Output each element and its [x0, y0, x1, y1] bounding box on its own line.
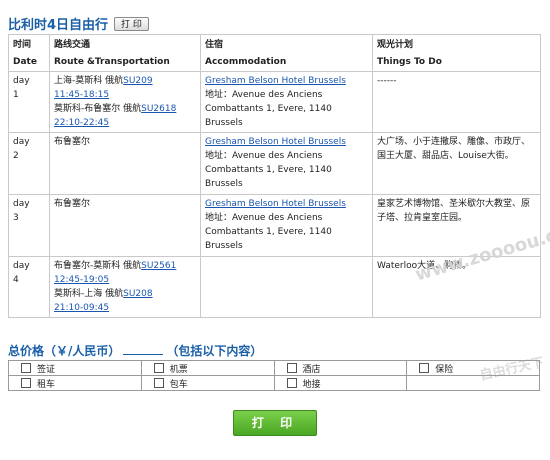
flight-time-link[interactable]: 12:45-19:05	[54, 273, 196, 287]
checkbox[interactable]	[419, 363, 430, 373]
hotel-cell	[200, 256, 373, 318]
table-row: day 4 布鲁塞尔-莫斯科 俄航SU2561 12:45-19:05 莫斯科-上…	[8, 256, 541, 318]
todo-cell: 皇家艺术博物馆、圣米歇尔大教堂、原子塔、拉肯皇室庄园。	[372, 194, 541, 257]
itinerary-table: 时间 Date 路线交通 Route &Transportation 住宿 Ac…	[8, 34, 541, 318]
column-header-route: 路线交通 Route &Transportation	[49, 34, 201, 72]
include-item-charter[interactable]: 包车	[140, 375, 275, 391]
table-row: day 3 布鲁塞尔 Gresham Belson Hotel Brussels …	[8, 194, 541, 257]
price-label-suffix: （包括以下内容）	[166, 344, 263, 358]
include-item-car-rental[interactable]: 租车	[8, 375, 142, 391]
todo-cell: 大广场、小于连撒尿、雕像、市政厅、国王大厦、甜品店、Louise大街。	[372, 132, 541, 195]
checkbox[interactable]	[286, 378, 297, 388]
checkbox[interactable]	[21, 378, 31, 388]
title-row: 比利时4日自由行 打 印	[8, 14, 149, 33]
hotel-link[interactable]: Gresham Belson Hotel Brussels	[205, 197, 368, 211]
column-header-todo: 观光计划 Things To Do	[372, 34, 541, 72]
price-label: 总价格（￥/人民币）	[8, 344, 121, 358]
price-blank	[123, 344, 164, 355]
flight-link[interactable]: SU2561	[141, 261, 176, 271]
checkbox[interactable]	[286, 363, 297, 373]
day-cell: day 4	[8, 256, 50, 318]
include-item-flight[interactable]: 机票	[140, 360, 275, 376]
route-cell: 布鲁塞尔-莫斯科 俄航SU2561 12:45-19:05 莫斯科-上海 俄航S…	[49, 256, 201, 318]
todo-cell: ------	[372, 71, 541, 133]
hotel-address: 地址：Avenue des Anciens Combattants 1, Eve…	[205, 213, 332, 251]
hotel-address: 地址：Avenue des Anciens Combattants 1, Eve…	[205, 151, 332, 189]
hotel-cell: Gresham Belson Hotel Brussels 地址：Avenue …	[200, 132, 373, 195]
day-cell: day 2	[8, 132, 50, 195]
flight-time-link[interactable]: 22:10-22:45	[54, 116, 196, 130]
column-header-accommodation: 住宿 Accommodation	[200, 34, 373, 72]
include-item-hotel[interactable]: 酒店	[273, 360, 408, 376]
hotel-link[interactable]: Gresham Belson Hotel Brussels	[205, 74, 368, 88]
include-item-empty	[406, 375, 540, 391]
route-cell: 布鲁塞尔	[49, 132, 201, 195]
checkbox[interactable]	[21, 363, 31, 373]
table-row: day 2 布鲁塞尔 Gresham Belson Hotel Brussels …	[8, 132, 541, 195]
page-title: 比利时4日自由行	[8, 18, 109, 33]
include-item-insurance[interactable]: 保险	[406, 360, 540, 376]
checkbox[interactable]	[153, 363, 164, 373]
hotel-cell: Gresham Belson Hotel Brussels 地址：Avenue …	[200, 194, 373, 257]
hotel-address: 地址：Avenue des Anciens Combattants 1, Eve…	[205, 90, 332, 128]
column-header-date: 时间 Date	[8, 34, 50, 72]
include-item-local-guide[interactable]: 地接	[273, 375, 408, 391]
day-cell: day 1	[8, 71, 50, 133]
include-item-visa[interactable]: 签证	[8, 360, 142, 376]
checkbox[interactable]	[153, 378, 164, 388]
route-cell: 布鲁塞尔	[49, 194, 201, 257]
print-button[interactable]: 打 印	[233, 410, 317, 436]
hotel-link[interactable]: Gresham Belson Hotel Brussels	[205, 135, 368, 149]
day-cell: day 3	[8, 194, 50, 257]
print-button-small[interactable]: 打 印	[114, 16, 149, 31]
hotel-cell: Gresham Belson Hotel Brussels 地址：Avenue …	[200, 71, 373, 133]
includes-table: 签证 机票 酒店 保险 租车 包车 地接	[8, 360, 540, 391]
route-cell: 上海-莫斯科 俄航SU209 11:45-18:15 莫斯科-布鲁塞尔 俄航SU…	[49, 71, 201, 133]
flight-link[interactable]: SU208	[123, 289, 152, 299]
flight-link[interactable]: SU209	[123, 76, 152, 86]
flight-link[interactable]: SU2618	[141, 104, 176, 114]
todo-cell: Waterloo大道、购物。	[372, 256, 541, 318]
price-row: 总价格（￥/人民币） （包括以下内容）	[8, 342, 262, 359]
table-header-row: 时间 Date 路线交通 Route &Transportation 住宿 Ac…	[8, 34, 541, 72]
table-row: day 1 上海-莫斯科 俄航SU209 11:45-18:15 莫斯科-布鲁塞尔…	[8, 71, 541, 133]
flight-time-link[interactable]: 21:10-09:45	[54, 301, 196, 315]
flight-time-link[interactable]: 11:45-18:15	[54, 88, 196, 102]
